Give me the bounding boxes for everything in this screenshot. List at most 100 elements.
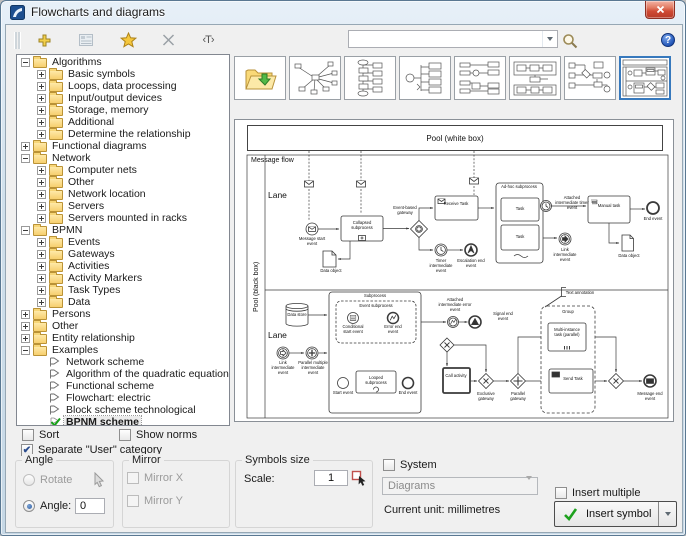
system-select[interactable]: Diagrams <box>382 477 538 495</box>
tree-item[interactable]: Data <box>17 296 229 308</box>
expand-icon[interactable] <box>37 238 46 247</box>
show-norms-checkbox[interactable] <box>119 429 131 441</box>
insert-multiple-row[interactable]: Insert multiple <box>555 487 640 499</box>
tree-item[interactable]: Activity Markers <box>17 272 229 284</box>
angle-radio[interactable] <box>23 500 35 512</box>
angle-radio-row[interactable]: Angle: <box>23 500 71 512</box>
sort-checkbox[interactable] <box>22 429 34 441</box>
expand-icon[interactable] <box>21 142 30 151</box>
expand-icon[interactable] <box>37 190 46 199</box>
favorites-button[interactable] <box>118 30 138 50</box>
sort-checkbox-row[interactable]: Sort <box>22 429 59 441</box>
pick-scale-icon[interactable] <box>351 470 368 487</box>
details-button[interactable] <box>76 30 96 50</box>
thumbnail-block-scheme[interactable] <box>509 56 561 100</box>
tree-item[interactable]: Gateways <box>17 248 229 260</box>
tree-item[interactable]: Other <box>17 176 229 188</box>
tree-item[interactable]: Persons <box>17 308 229 320</box>
expand-icon[interactable] <box>21 322 30 331</box>
system-checkbox-row[interactable]: System <box>383 459 437 471</box>
collapse-icon[interactable] <box>21 226 30 235</box>
search-button[interactable] <box>560 31 580 51</box>
show-norms-checkbox-row[interactable]: Show norms <box>119 429 197 441</box>
tree-item[interactable]: BPMN <box>17 224 229 236</box>
expand-icon[interactable] <box>37 274 46 283</box>
expand-icon[interactable] <box>21 310 30 319</box>
angle-input[interactable]: 0 <box>75 498 105 514</box>
tree-item[interactable]: Activities <box>17 260 229 272</box>
expand-icon[interactable] <box>37 250 46 259</box>
collapse-icon[interactable] <box>21 154 30 163</box>
insert-symbol-button[interactable]: Insert symbol <box>554 501 677 527</box>
expand-icon[interactable] <box>37 178 46 187</box>
tree-item[interactable]: Storage, memory <box>17 104 229 116</box>
expand-icon[interactable] <box>37 262 46 271</box>
tree-item[interactable]: Loops, data processing <box>17 80 229 92</box>
expand-icon[interactable] <box>37 70 46 79</box>
expand-icon[interactable] <box>37 82 46 91</box>
search-dropdown-button[interactable] <box>542 31 557 47</box>
expand-icon[interactable] <box>37 130 46 139</box>
expand-icon[interactable] <box>37 106 46 115</box>
mirror-x-checkbox[interactable] <box>127 472 139 484</box>
mirror-y-row[interactable]: Mirror Y <box>127 495 183 507</box>
expand-icon[interactable] <box>37 94 46 103</box>
thumbnail-algorithm-flowchart[interactable] <box>344 56 396 100</box>
tree-item[interactable]: Additional <box>17 116 229 128</box>
symbol-preview-panel[interactable]: Pool (white box) Message flow Pool (blac… <box>234 119 674 422</box>
tree-item[interactable]: Input/output devices <box>17 92 229 104</box>
thumbnail-bpmn-fragment[interactable] <box>564 56 616 100</box>
add-category-button[interactable] <box>34 30 54 50</box>
expand-icon[interactable] <box>37 202 46 211</box>
insert-multiple-checkbox[interactable] <box>555 487 567 499</box>
expand-icon[interactable] <box>37 214 46 223</box>
delete-button[interactable] <box>158 30 178 50</box>
tree-item[interactable]: Entity relationship <box>17 332 229 344</box>
search-input[interactable] <box>349 33 542 45</box>
rotate-radio[interactable] <box>23 474 35 486</box>
tree-item[interactable]: Flowchart: electric <box>17 392 229 404</box>
expand-icon[interactable] <box>37 286 46 295</box>
tree-item[interactable]: Network scheme <box>17 356 229 368</box>
tree-item[interactable]: Basic symbols <box>17 68 229 80</box>
thumbnail-functional-scheme[interactable] <box>399 56 451 100</box>
thumbnail-parent-folder[interactable] <box>234 56 286 100</box>
title-bar[interactable]: Flowcharts and diagrams <box>1 1 685 24</box>
tree-item[interactable]: Functional diagrams <box>17 140 229 152</box>
scale-input[interactable]: 1 <box>314 470 348 486</box>
thumbnail-network-scheme[interactable] <box>289 56 341 100</box>
tree-item[interactable]: Algorithms <box>17 56 229 68</box>
tree-item[interactable]: BPNM scheme <box>17 416 229 426</box>
collapse-icon[interactable] <box>21 58 30 67</box>
tree-item[interactable]: Task Types <box>17 284 229 296</box>
mirror-x-row[interactable]: Mirror X <box>127 472 183 484</box>
tree-item[interactable]: Block scheme technological <box>17 404 229 416</box>
search-combobox[interactable] <box>348 30 558 48</box>
thumbnail-bpmn-scheme-selected[interactable] <box>619 56 671 100</box>
tree-item[interactable]: Functional scheme <box>17 380 229 392</box>
category-tree[interactable]: AlgorithmsBasic symbolsLoops, data proce… <box>16 54 230 426</box>
system-checkbox[interactable] <box>383 459 395 471</box>
expand-icon[interactable] <box>37 298 46 307</box>
rotate-radio-row[interactable]: Rotate <box>23 474 72 486</box>
tree-item[interactable]: Servers mounted in racks <box>17 212 229 224</box>
tree-item[interactable]: Events <box>17 236 229 248</box>
help-button[interactable]: ? <box>661 33 675 47</box>
insert-symbol-dropdown[interactable] <box>658 502 676 526</box>
collapse-icon[interactable] <box>21 346 30 355</box>
tree-item[interactable]: Determine the relationship <box>17 128 229 140</box>
expand-icon[interactable] <box>21 334 30 343</box>
tree-item[interactable]: Examples <box>17 344 229 356</box>
expand-icon[interactable] <box>37 166 46 175</box>
tree-item[interactable]: Servers <box>17 200 229 212</box>
tree-item[interactable]: Computer nets <box>17 164 229 176</box>
text-size-button[interactable]: ‹T› <box>198 30 218 50</box>
expand-icon[interactable] <box>37 118 46 127</box>
tree-item[interactable]: Network <box>17 152 229 164</box>
toolbar-grip[interactable] <box>15 32 20 49</box>
tree-item[interactable]: Algorithm of the quadratic equation <box>17 368 229 380</box>
thumbnail-flowchart-electric[interactable] <box>454 56 506 100</box>
mirror-y-checkbox[interactable] <box>127 495 139 507</box>
close-button[interactable] <box>645 1 675 19</box>
tree-item[interactable]: Network location <box>17 188 229 200</box>
